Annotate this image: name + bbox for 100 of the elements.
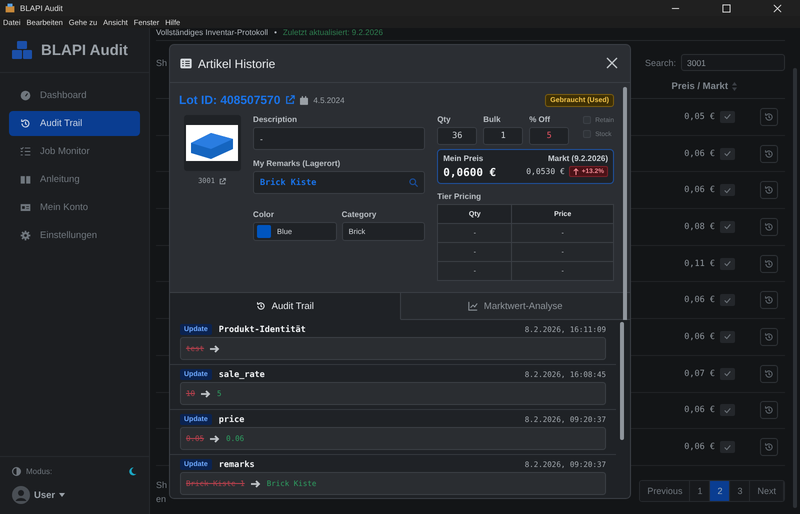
check-button[interactable] [720, 184, 735, 196]
field-label: Bulk [483, 115, 502, 124]
column-header[interactable]: Preis / Markt [672, 81, 728, 92]
cubes-icon [11, 40, 33, 60]
arrow-right-icon [210, 434, 220, 442]
separator: • [274, 28, 277, 37]
remarks-field[interactable]: Brick Kiste [253, 171, 426, 194]
gauge-icon [20, 90, 31, 101]
arrow-up-icon [572, 168, 579, 175]
check-button[interactable] [720, 368, 735, 380]
history-icon [20, 118, 31, 129]
page-button[interactable]: Previous [640, 480, 690, 501]
field-label: My Remarks (Lagerort) [253, 159, 342, 168]
update-status: Zuletzt aktualisiert: 9.2.2026 [282, 28, 383, 37]
check-button[interactable] [720, 330, 735, 343]
search-field[interactable]: 3001 [681, 54, 785, 71]
sidebar-item[interactable]: Audit Trail [9, 111, 140, 136]
check-button[interactable] [720, 220, 735, 233]
price-value: 0,0600 € [443, 166, 496, 179]
price-cell: 0,07 € [684, 368, 715, 379]
price-cell: 0,06 € [684, 405, 715, 416]
number-field[interactable]: 36 [437, 127, 478, 145]
history-icon [764, 368, 774, 379]
checkmark-icon [724, 150, 731, 158]
field-label: Qty [437, 115, 452, 124]
scrollbar[interactable] [620, 322, 624, 440]
history-button[interactable] [760, 364, 778, 383]
app-icon [5, 3, 15, 13]
market-label: Markt (9.2.2026) [548, 154, 608, 163]
entries-info-text: Sh [156, 480, 168, 490]
history-icon [764, 295, 774, 306]
sidebar-item[interactable]: Mein Konto [9, 195, 140, 220]
user-menu[interactable]: User [34, 490, 56, 500]
checkmark-icon [724, 296, 731, 304]
price-label: Mein Preis [443, 154, 484, 163]
page-button[interactable]: 2 [710, 480, 730, 501]
field-name: price [218, 414, 246, 424]
check-button[interactable] [720, 441, 735, 454]
sidebar-item[interactable]: Anleitung [9, 167, 140, 192]
sidebar-item[interactable]: Dashboard [9, 83, 140, 108]
search-icon [409, 178, 418, 187]
number-field[interactable]: 1 [483, 127, 524, 145]
checkmark-icon [724, 444, 731, 451]
arrow-right-icon [210, 344, 220, 352]
page-button[interactable]: 1 [690, 480, 710, 501]
history-button[interactable] [760, 108, 778, 126]
history-button[interactable] [760, 218, 778, 236]
tab[interactable]: Audit Trail [170, 292, 400, 320]
history-icon [764, 112, 774, 122]
arrow-right-icon [250, 480, 261, 488]
external-link-icon[interactable] [218, 178, 226, 184]
price-cell: 0,06 € [684, 442, 715, 452]
price-cell: 0,06 € [684, 185, 715, 196]
check-button[interactable] [720, 110, 735, 123]
close-icon [772, 4, 782, 12]
history-icon [764, 222, 774, 232]
dialog-title: Artikel Historie [198, 56, 276, 70]
page-button[interactable]: Next [750, 480, 784, 501]
book-icon [20, 174, 31, 185]
arrow-right-icon [201, 390, 212, 398]
history-button[interactable] [760, 181, 778, 200]
lot-id-link[interactable]: Lot ID: 408507570 [179, 93, 280, 107]
sidebar-item[interactable]: Einstellungen [9, 223, 140, 248]
search-label: Search: [644, 58, 676, 68]
check-button[interactable] [720, 294, 735, 306]
checkmark-icon [724, 370, 731, 378]
number-field[interactable]: 5 [529, 127, 570, 145]
history-icon [764, 258, 774, 269]
history-button[interactable] [760, 291, 778, 310]
window-title: BLAPI Audit [20, 4, 63, 12]
history-button[interactable] [760, 401, 778, 420]
check-button[interactable] [720, 148, 735, 160]
avatar-icon [12, 486, 30, 504]
price-cell: 0,06 € [684, 295, 715, 306]
tab[interactable]: Marktwert-Analyse [400, 292, 630, 320]
history-icon [764, 148, 774, 159]
check-button[interactable] [720, 404, 735, 416]
check-button[interactable] [720, 258, 735, 270]
settings-icon [20, 230, 31, 241]
page-button[interactable]: 3 [730, 480, 750, 501]
maximize-icon [722, 4, 730, 12]
history-button[interactable] [760, 328, 778, 346]
checkmark-icon [724, 406, 731, 414]
page-subtitle: Vollständiges Inventar-Protokoll [156, 28, 268, 37]
field-label: Description [253, 115, 298, 124]
external-link-icon[interactable] [285, 95, 296, 105]
description-field[interactable]: - [253, 127, 426, 150]
moon-icon[interactable] [128, 467, 137, 476]
caret-icon[interactable] [59, 493, 66, 497]
history-icon [764, 442, 774, 452]
entries-info-text: en [156, 494, 168, 504]
history-icon [764, 405, 774, 416]
history-button[interactable] [760, 144, 778, 163]
history-button[interactable] [760, 438, 778, 456]
close-button[interactable] [606, 56, 620, 70]
history-button[interactable] [760, 254, 778, 273]
brick-drawing [186, 125, 238, 161]
field-label: % Off [529, 115, 552, 124]
show-entries-text: Sh [156, 58, 168, 68]
sidebar-item[interactable]: Job Monitor [9, 139, 140, 164]
